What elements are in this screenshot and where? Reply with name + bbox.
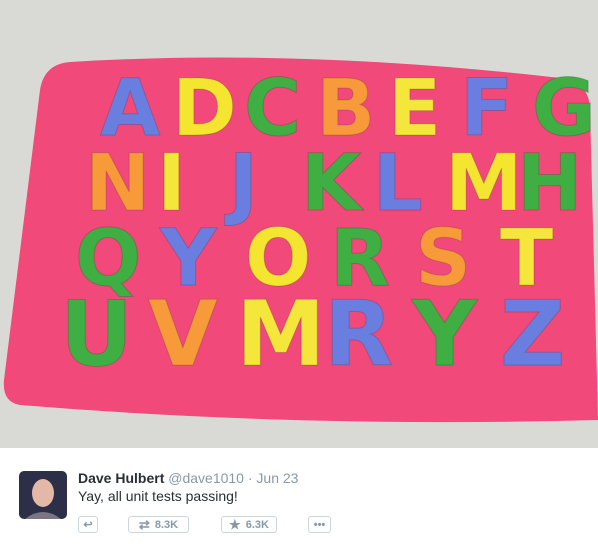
user-handle[interactable]: @dave1010 bbox=[168, 470, 244, 486]
tweet-header: Dave Hulbert @dave1010 · Jun 23 bbox=[78, 470, 298, 486]
foam-letter-v: V bbox=[148, 282, 218, 387]
user-name[interactable]: Dave Hulbert bbox=[78, 470, 164, 486]
retweet-button[interactable]: ⇄ 8.3K bbox=[128, 516, 189, 533]
foam-letter-y: Y bbox=[411, 282, 479, 387]
retweet-count: 8.3K bbox=[154, 518, 179, 531]
foam-letter-z: Z bbox=[500, 282, 565, 387]
avatar-image bbox=[25, 479, 61, 519]
star-icon: ★ bbox=[229, 516, 241, 532]
avatar[interactable] bbox=[19, 471, 67, 519]
tweet-photo[interactable]: A D C B E F GN I J K L MHQ Y O R S TU V MR Y Z bbox=[0, 0, 598, 448]
reply-icon: ↩ bbox=[83, 519, 93, 531]
foam-letter-u: U bbox=[60, 282, 133, 387]
more-icon: ••• bbox=[313, 518, 326, 531]
retweet-icon: ⇄ bbox=[138, 516, 150, 532]
foam-letter-m: M bbox=[236, 282, 326, 387]
separator: · bbox=[247, 470, 253, 486]
tweet-text: Yay, all unit tests passing! bbox=[78, 488, 238, 504]
reply-button[interactable]: ↩ bbox=[78, 516, 98, 533]
favorite-button[interactable]: ★ 6.3K bbox=[221, 516, 277, 533]
more-button[interactable]: ••• bbox=[308, 516, 331, 533]
foam-letter-r: R bbox=[324, 282, 393, 387]
tweet-date[interactable]: Jun 23 bbox=[256, 470, 298, 486]
favorite-count: 6.3K bbox=[245, 518, 269, 531]
